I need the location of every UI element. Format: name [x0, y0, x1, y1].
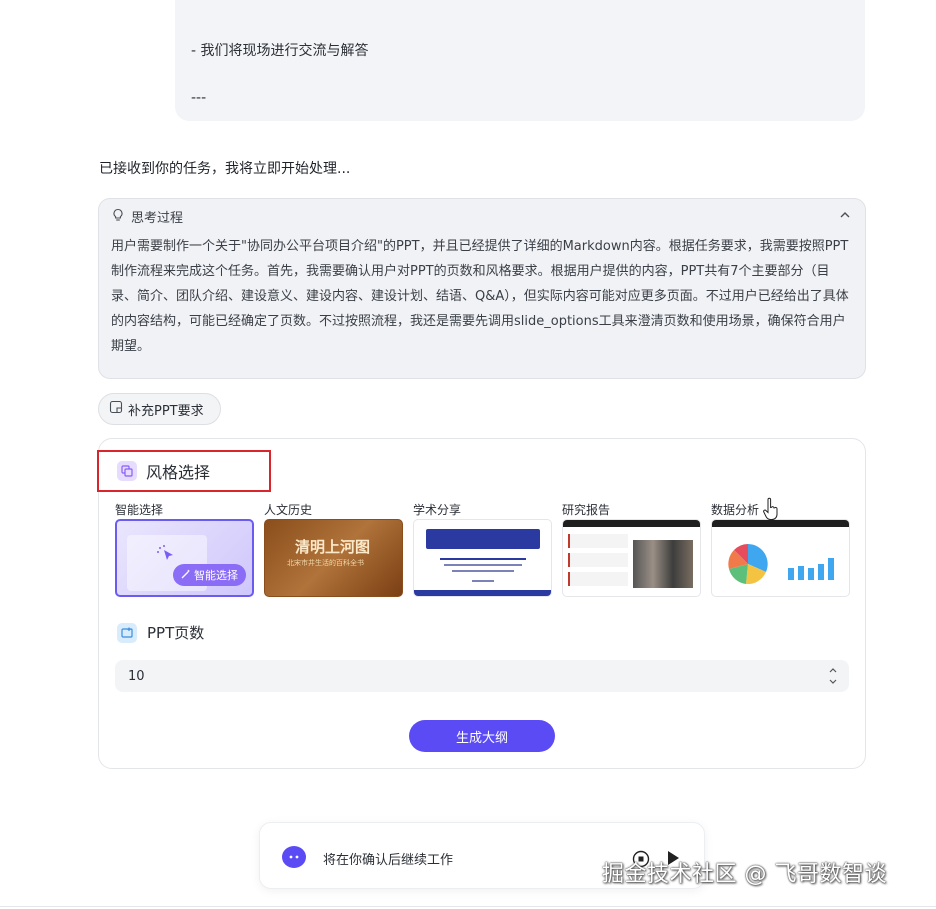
thinking-panel: 思考过程 用户需要制作一个关于"协同办公平台项目介绍"的PPT，并且已经提供了详…	[98, 198, 866, 379]
bar-chart-icon	[788, 558, 834, 580]
supplement-ppt-button[interactable]: 补充PPT要求	[98, 393, 221, 425]
style-option-smart[interactable]: 智能选择 智能选择	[115, 501, 254, 597]
watermark-text: 掘金技术社区 @ 飞哥数智谈	[602, 862, 887, 887]
style-thumb-data[interactable]	[711, 519, 850, 597]
hand-cursor-icon	[763, 497, 778, 520]
style-options: 智能选择 智能选择 人文历史 清明上河图 北宋市井生活的百科全书 学术分享 研究…	[115, 501, 850, 597]
style-option-label: 智能选择	[115, 503, 164, 517]
status-message: 将在你确认后继续工作	[323, 853, 454, 868]
style-thumb-research[interactable]	[562, 519, 701, 597]
style-option-data[interactable]: 数据分析	[711, 501, 850, 597]
style-option-academic[interactable]: 学术分享	[413, 501, 552, 597]
pages-section-header: PPT页数	[117, 622, 204, 643]
magic-wand-icon	[181, 569, 191, 582]
style-thumb-smart[interactable]: 智能选择	[115, 519, 254, 597]
style-icon	[117, 461, 137, 481]
ppt-options-card: 风格选择 智能选择 智能选择 人文历史 清明上河图 北宋市井生活的百科全书 学术…	[97, 438, 866, 769]
style-section-title: 风格选择	[146, 463, 211, 482]
divider	[0, 906, 936, 907]
thinking-body: 用户需要制作一个关于"协同办公平台项目介绍"的PPT，并且已经提供了详细的Mar…	[111, 239, 849, 354]
thumb-title: 清明上河图	[295, 538, 371, 556]
user-message-line: - 我们将现场进行交流与解答	[191, 43, 369, 59]
note-icon	[109, 400, 123, 418]
number-spinner-icon[interactable]	[827, 665, 839, 687]
ppt-page-count-input[interactable]	[115, 660, 849, 692]
thumb-subtitle: 北宋市井生活的百科全书	[287, 559, 364, 567]
style-section-header: 风格选择	[97, 450, 271, 492]
pages-icon	[117, 622, 137, 643]
style-option-research[interactable]: 研究报告	[562, 501, 701, 597]
lightbulb-icon	[111, 208, 125, 226]
style-option-history[interactable]: 人文历史 清明上河图 北宋市井生活的百科全书	[264, 501, 403, 597]
pie-chart-icon	[728, 544, 768, 584]
style-thumb-academic[interactable]	[413, 519, 552, 597]
supplement-ppt-label: 补充PPT要求	[128, 403, 204, 419]
thinking-header[interactable]: 思考过程	[111, 207, 183, 226]
smart-badge: 智能选择	[173, 564, 246, 586]
chevron-up-icon[interactable]	[837, 207, 853, 223]
cursor-click-icon	[155, 543, 177, 569]
smart-badge-label: 智能选择	[194, 569, 238, 582]
style-thumb-history[interactable]: 清明上河图 北宋市井生活的百科全书	[264, 519, 403, 597]
user-message-bubble: - 我们将现场进行交流与解答 ---	[175, 0, 865, 121]
style-option-label: 研究报告	[562, 503, 611, 517]
style-option-label: 学术分享	[413, 503, 462, 517]
assistant-avatar	[282, 846, 306, 868]
user-message-divider: ---	[191, 90, 207, 106]
assistant-ack-text: 已接收到你的任务，我将立即开始处理...	[99, 161, 351, 177]
style-option-label: 人文历史	[264, 503, 313, 517]
pages-section-title: PPT页数	[147, 624, 205, 642]
thinking-title: 思考过程	[131, 211, 184, 226]
style-option-label: 数据分析	[711, 503, 760, 517]
generate-outline-button[interactable]: 生成大纲	[409, 720, 555, 752]
